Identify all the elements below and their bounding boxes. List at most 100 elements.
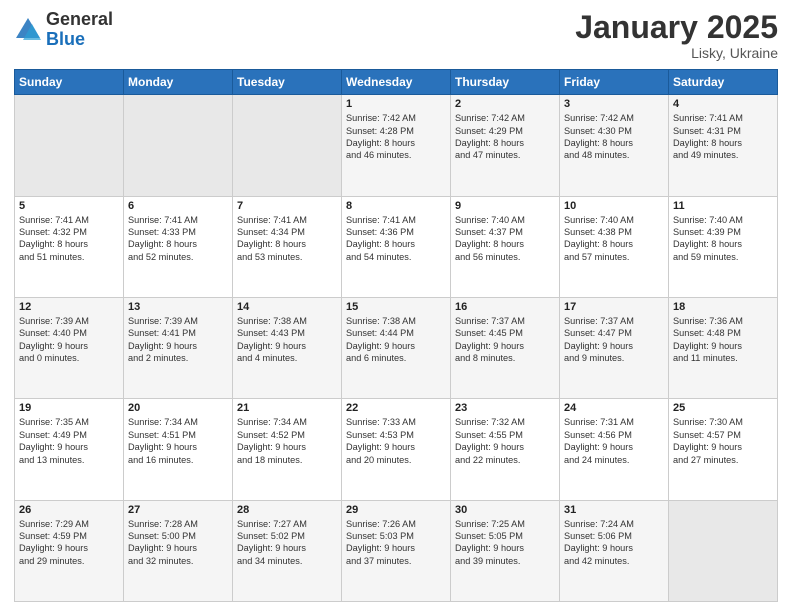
day-info: Sunrise: 7:37 AM Sunset: 4:45 PM Dayligh… xyxy=(455,315,555,365)
calendar-cell: 18Sunrise: 7:36 AM Sunset: 4:48 PM Dayli… xyxy=(669,297,778,398)
calendar-page: General Blue January 2025 Lisky, Ukraine… xyxy=(0,0,792,612)
weekday-header-wednesday: Wednesday xyxy=(342,70,451,95)
calendar-cell: 20Sunrise: 7:34 AM Sunset: 4:51 PM Dayli… xyxy=(124,399,233,500)
day-info: Sunrise: 7:40 AM Sunset: 4:39 PM Dayligh… xyxy=(673,214,773,264)
day-number: 2 xyxy=(455,98,555,110)
week-row-4: 19 Sunrise: 7:35 AM Sunset: 4:49 PM Dayli… xyxy=(15,399,778,500)
calendar-cell: 7Sunrise: 7:41 AM Sunset: 4:34 PM Daylig… xyxy=(233,196,342,297)
day-info: Sunrise: 7:38 AM Sunset: 4:43 PM Dayligh… xyxy=(237,315,337,365)
day-number: 4 xyxy=(673,98,773,110)
calendar-cell: 1 Sunrise: 7:42 AM Sunset: 4:28 PM Daylig… xyxy=(342,95,451,196)
calendar-cell: 23 Sunrise: 7:32 AM Sunset: 4:55 PM Dayli… xyxy=(451,399,560,500)
day-info: Sunrise: 7:40 AM Sunset: 4:38 PM Dayligh… xyxy=(564,214,664,264)
day-info: Sunrise: 7:27 AM Sunset: 5:02 PM Dayligh… xyxy=(237,518,337,568)
day-number: 31 xyxy=(564,504,664,516)
weekday-header-thursday: Thursday xyxy=(451,70,560,95)
calendar-cell: 17 Sunrise: 7:37 AM Sunset: 4:47 PM Dayli… xyxy=(560,297,669,398)
day-info: Sunrise: 7:24 AM Sunset: 5:06 PM Dayligh… xyxy=(564,518,664,568)
day-number: 23 xyxy=(455,402,555,414)
day-info: Sunrise: 7:28 AM Sunset: 5:00 PM Dayligh… xyxy=(128,518,228,568)
day-number: 6 xyxy=(128,200,228,212)
day-number: 24 xyxy=(564,402,664,414)
day-number: 28 xyxy=(237,504,337,516)
calendar-cell: 6 Sunrise: 7:41 AM Sunset: 4:33 PM Daylig… xyxy=(124,196,233,297)
day-number: 15 xyxy=(346,301,446,313)
day-info: Sunrise: 7:41 AM Sunset: 4:34 PM Dayligh… xyxy=(237,214,337,264)
calendar-cell: 27 Sunrise: 7:28 AM Sunset: 5:00 PM Dayli… xyxy=(124,500,233,601)
day-number: 30 xyxy=(455,504,555,516)
logo-icon xyxy=(14,16,42,44)
calendar-cell: 11 Sunrise: 7:40 AM Sunset: 4:39 PM Dayli… xyxy=(669,196,778,297)
day-info: Sunrise: 7:35 AM Sunset: 4:49 PM Dayligh… xyxy=(19,416,119,466)
day-number: 29 xyxy=(346,504,446,516)
location-subtitle: Lisky, Ukraine xyxy=(575,45,778,61)
weekday-header-saturday: Saturday xyxy=(669,70,778,95)
day-number: 21 xyxy=(237,402,337,414)
day-info: Sunrise: 7:33 AM Sunset: 4:53 PM Dayligh… xyxy=(346,416,446,466)
calendar-cell: 22 Sunrise: 7:33 AM Sunset: 4:53 PM Dayli… xyxy=(342,399,451,500)
header: General Blue January 2025 Lisky, Ukraine xyxy=(14,10,778,61)
calendar-cell xyxy=(15,95,124,196)
day-number: 9 xyxy=(455,200,555,212)
title-block: January 2025 Lisky, Ukraine xyxy=(575,10,778,61)
calendar-cell: 5Sunrise: 7:41 AM Sunset: 4:32 PM Daylig… xyxy=(15,196,124,297)
calendar-cell: 28 Sunrise: 7:27 AM Sunset: 5:02 PM Dayli… xyxy=(233,500,342,601)
day-info: Sunrise: 7:34 AM Sunset: 4:52 PM Dayligh… xyxy=(237,416,337,466)
day-info: Sunrise: 7:41 AM Sunset: 4:33 PM Dayligh… xyxy=(128,214,228,264)
day-info: Sunrise: 7:29 AM Sunset: 4:59 PM Dayligh… xyxy=(19,518,119,568)
day-info: Sunrise: 7:41 AM Sunset: 4:36 PM Dayligh… xyxy=(346,214,446,264)
day-info: Sunrise: 7:42 AM Sunset: 4:30 PM Dayligh… xyxy=(564,112,664,162)
weekday-header-monday: Monday xyxy=(124,70,233,95)
day-info: Sunrise: 7:26 AM Sunset: 5:03 PM Dayligh… xyxy=(346,518,446,568)
day-info: Sunrise: 7:38 AM Sunset: 4:44 PM Dayligh… xyxy=(346,315,446,365)
day-info: Sunrise: 7:25 AM Sunset: 5:05 PM Dayligh… xyxy=(455,518,555,568)
day-number: 13 xyxy=(128,301,228,313)
day-info: Sunrise: 7:41 AM Sunset: 4:32 PM Dayligh… xyxy=(19,214,119,264)
calendar-cell: 29 Sunrise: 7:26 AM Sunset: 5:03 PM Dayli… xyxy=(342,500,451,601)
logo: General Blue xyxy=(14,10,113,50)
calendar-cell: 9 Sunrise: 7:40 AM Sunset: 4:37 PM Daylig… xyxy=(451,196,560,297)
day-info: Sunrise: 7:31 AM Sunset: 4:56 PM Dayligh… xyxy=(564,416,664,466)
calendar-cell: 21 Sunrise: 7:34 AM Sunset: 4:52 PM Dayli… xyxy=(233,399,342,500)
day-number: 19 xyxy=(19,402,119,414)
calendar-cell xyxy=(669,500,778,601)
day-info: Sunrise: 7:41 AM Sunset: 4:31 PM Dayligh… xyxy=(673,112,773,162)
calendar-cell: 16 Sunrise: 7:37 AM Sunset: 4:45 PM Dayli… xyxy=(451,297,560,398)
day-number: 11 xyxy=(673,200,773,212)
calendar-cell: 24 Sunrise: 7:31 AM Sunset: 4:56 PM Dayli… xyxy=(560,399,669,500)
day-info: Sunrise: 7:37 AM Sunset: 4:47 PM Dayligh… xyxy=(564,315,664,365)
calendar-cell: 10 Sunrise: 7:40 AM Sunset: 4:38 PM Dayli… xyxy=(560,196,669,297)
day-number: 25 xyxy=(673,402,773,414)
calendar-cell: 31 Sunrise: 7:24 AM Sunset: 5:06 PM Dayli… xyxy=(560,500,669,601)
calendar-cell xyxy=(233,95,342,196)
day-info: Sunrise: 7:32 AM Sunset: 4:55 PM Dayligh… xyxy=(455,416,555,466)
weekday-header-sunday: Sunday xyxy=(15,70,124,95)
calendar-cell: 4 Sunrise: 7:41 AM Sunset: 4:31 PM Daylig… xyxy=(669,95,778,196)
day-info: Sunrise: 7:34 AM Sunset: 4:51 PM Dayligh… xyxy=(128,416,228,466)
weekday-header-friday: Friday xyxy=(560,70,669,95)
day-number: 14 xyxy=(237,301,337,313)
calendar-cell: 14 Sunrise: 7:38 AM Sunset: 4:43 PM Dayli… xyxy=(233,297,342,398)
logo-general-text: General xyxy=(46,9,113,29)
day-number: 8 xyxy=(346,200,446,212)
week-row-1: 1 Sunrise: 7:42 AM Sunset: 4:28 PM Daylig… xyxy=(15,95,778,196)
calendar-table: SundayMondayTuesdayWednesdayThursdayFrid… xyxy=(14,69,778,602)
day-info: Sunrise: 7:42 AM Sunset: 4:28 PM Dayligh… xyxy=(346,112,446,162)
calendar-cell: 13Sunrise: 7:39 AM Sunset: 4:41 PM Dayli… xyxy=(124,297,233,398)
day-number: 1 xyxy=(346,98,446,110)
day-number: 10 xyxy=(564,200,664,212)
day-info: Sunrise: 7:40 AM Sunset: 4:37 PM Dayligh… xyxy=(455,214,555,264)
day-number: 17 xyxy=(564,301,664,313)
month-title: January 2025 xyxy=(575,10,778,45)
calendar-cell: 19 Sunrise: 7:35 AM Sunset: 4:49 PM Dayli… xyxy=(15,399,124,500)
day-number: 16 xyxy=(455,301,555,313)
day-number: 27 xyxy=(128,504,228,516)
week-row-2: 5Sunrise: 7:41 AM Sunset: 4:32 PM Daylig… xyxy=(15,196,778,297)
calendar-cell: 3Sunrise: 7:42 AM Sunset: 4:30 PM Daylig… xyxy=(560,95,669,196)
logo-blue-text: Blue xyxy=(46,29,85,49)
day-info: Sunrise: 7:30 AM Sunset: 4:57 PM Dayligh… xyxy=(673,416,773,466)
weekday-header-row: SundayMondayTuesdayWednesdayThursdayFrid… xyxy=(15,70,778,95)
day-number: 22 xyxy=(346,402,446,414)
calendar-cell xyxy=(124,95,233,196)
week-row-5: 26Sunrise: 7:29 AM Sunset: 4:59 PM Dayli… xyxy=(15,500,778,601)
